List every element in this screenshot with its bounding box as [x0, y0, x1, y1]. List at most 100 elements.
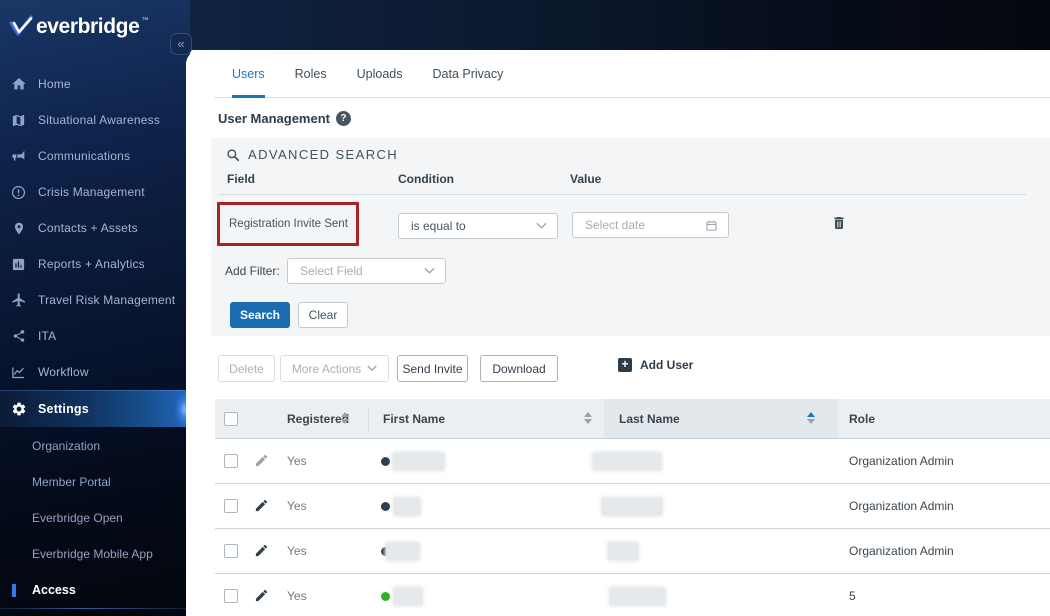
tab-label: Uploads — [356, 66, 403, 81]
registered-value: Yes — [287, 589, 307, 603]
sort-last-name-ascending[interactable] — [807, 412, 815, 424]
redacted-last-name — [593, 453, 661, 470]
role-value: Organization Admin — [849, 544, 954, 558]
edit-pencil-icon[interactable] — [254, 453, 270, 469]
advanced-search-header: ADVANCED SEARCH — [226, 147, 398, 162]
sidebar-nav: Home Situational Awareness Communication… — [0, 66, 195, 427]
caret-down-icon — [341, 419, 349, 424]
subitem-label: Member Portal — [32, 475, 111, 489]
settings-submenu: Organization Member Portal Everbridge Op… — [0, 428, 190, 608]
tab-uploads[interactable]: Uploads — [357, 50, 403, 98]
search-button[interactable]: Search — [230, 302, 290, 328]
sidebar-item-label: Situational Awareness — [38, 113, 161, 127]
row-checkbox[interactable] — [224, 454, 238, 468]
row-checkbox[interactable] — [224, 589, 238, 603]
more-actions-button[interactable]: More Actions — [280, 355, 389, 382]
edit-pencil-icon[interactable] — [254, 498, 270, 514]
add-filter-label: Add Filter: — [225, 264, 280, 278]
add-filter-select[interactable]: Select Field — [287, 258, 446, 284]
row-checkbox[interactable] — [224, 499, 238, 513]
header-role: Role — [849, 412, 876, 426]
sidebar-item-label: Workflow — [38, 365, 89, 379]
redacted-last-name — [608, 543, 638, 560]
edit-pencil-icon[interactable] — [254, 543, 270, 559]
send-invite-button[interactable]: Send Invite — [397, 355, 468, 382]
sidebar-item-travel-risk[interactable]: Travel Risk Management — [0, 282, 190, 318]
sidebar-subitem-everbridge-open[interactable]: Everbridge Open — [0, 500, 190, 536]
sort-registered[interactable] — [341, 412, 349, 424]
sidebar-item-contacts-assets[interactable]: Contacts + Assets — [0, 210, 190, 246]
download-button[interactable]: Download — [480, 355, 558, 382]
clear-button[interactable]: Clear — [298, 302, 348, 328]
role-value: Organization Admin — [849, 499, 954, 513]
table-row: Yes Organization Admin — [215, 529, 1050, 574]
sidebar-item-reports-analytics[interactable]: Reports + Analytics — [0, 246, 190, 282]
title-row: User Management ? — [218, 111, 351, 126]
line-chart-icon — [10, 364, 27, 381]
sidebar-item-situational-awareness[interactable]: Situational Awareness — [0, 102, 190, 138]
redacted-last-name — [602, 498, 662, 515]
sidebar-subitem-access[interactable]: Access — [0, 572, 190, 608]
registered-value: Yes — [287, 499, 307, 513]
alert-circle-icon — [10, 184, 27, 201]
redacted-last-name — [610, 588, 665, 605]
sidebar-item-settings[interactable]: Settings — [0, 390, 195, 427]
registered-value: Yes — [287, 454, 307, 468]
home-icon — [10, 76, 27, 93]
caret-down-icon — [807, 419, 815, 424]
caret-up-icon — [584, 412, 592, 417]
tab-data-privacy[interactable]: Data Privacy — [433, 50, 504, 98]
sidebar: everbridge ™ Home Situational Awareness … — [0, 0, 195, 616]
header-last-name: Last Name — [619, 412, 680, 426]
condition-select-value: is equal to — [411, 219, 466, 233]
button-label: Download — [492, 361, 546, 376]
header-first-name: First Name — [383, 412, 446, 426]
plane-icon — [10, 292, 27, 309]
tab-roles[interactable]: Roles — [295, 50, 327, 98]
caret-up-icon — [341, 412, 349, 417]
delete-filter-button[interactable] — [831, 214, 849, 234]
button-label: More Actions — [291, 361, 362, 376]
megaphone-icon — [10, 148, 27, 165]
sidebar-item-ita[interactable]: ITA — [0, 318, 190, 354]
chevron-down-icon — [424, 267, 435, 274]
sidebar-item-workflow[interactable]: Workflow — [0, 354, 190, 390]
advanced-search-panel: ADVANCED SEARCH Field Condition Value Re… — [211, 138, 1050, 336]
subitem-label: Everbridge Open — [32, 511, 123, 525]
date-value-input[interactable]: Select date — [572, 212, 729, 238]
redacted-first-name — [393, 453, 444, 470]
main-content: Users Roles Uploads Data Privacy User Ma… — [186, 50, 1050, 616]
select-all-checkbox[interactable] — [224, 412, 238, 426]
sidebar-subitem-everbridge-mobile-app[interactable]: Everbridge Mobile App — [0, 536, 190, 572]
redacted-first-name — [386, 543, 419, 560]
collapse-chevrons-icon: « — [177, 36, 185, 51]
sort-first-name[interactable] — [584, 412, 592, 424]
edit-pencil-icon[interactable] — [254, 588, 270, 604]
map-pin-icon — [10, 220, 27, 237]
sidebar-item-crisis-management[interactable]: Crisis Management — [0, 174, 190, 210]
sidebar-subitem-member-portal[interactable]: Member Portal — [0, 464, 190, 500]
add-user-button[interactable]: + Add User — [618, 358, 693, 372]
condition-select[interactable]: is equal to — [398, 213, 558, 239]
redacted-first-name — [394, 588, 422, 605]
sidebar-divider — [0, 608, 190, 609]
sidebar-item-home[interactable]: Home — [0, 66, 190, 102]
row-checkbox[interactable] — [224, 544, 238, 558]
caret-down-icon — [584, 419, 592, 424]
logo-text: everbridge — [36, 15, 140, 38]
gear-icon — [10, 401, 27, 418]
delete-button[interactable]: Delete — [218, 355, 275, 382]
app-window: everbridge ™ Home Situational Awareness … — [0, 0, 1050, 616]
everbridge-logo[interactable]: everbridge ™ — [8, 14, 148, 40]
tab-users[interactable]: Users — [232, 50, 265, 98]
help-icon[interactable]: ? — [335, 111, 351, 126]
sidebar-subitem-organization[interactable]: Organization — [0, 428, 190, 464]
column-header-value: Value — [570, 172, 602, 186]
subitem-label: Organization — [32, 439, 101, 453]
sidebar-item-communications[interactable]: Communications — [0, 138, 190, 174]
sidebar-collapse-button[interactable]: « — [170, 33, 192, 55]
sidebar-item-label: Contacts + Assets — [38, 221, 138, 235]
bar-chart-icon — [10, 256, 27, 273]
tab-label: Roles — [294, 66, 327, 81]
caret-up-active-icon — [807, 412, 815, 417]
